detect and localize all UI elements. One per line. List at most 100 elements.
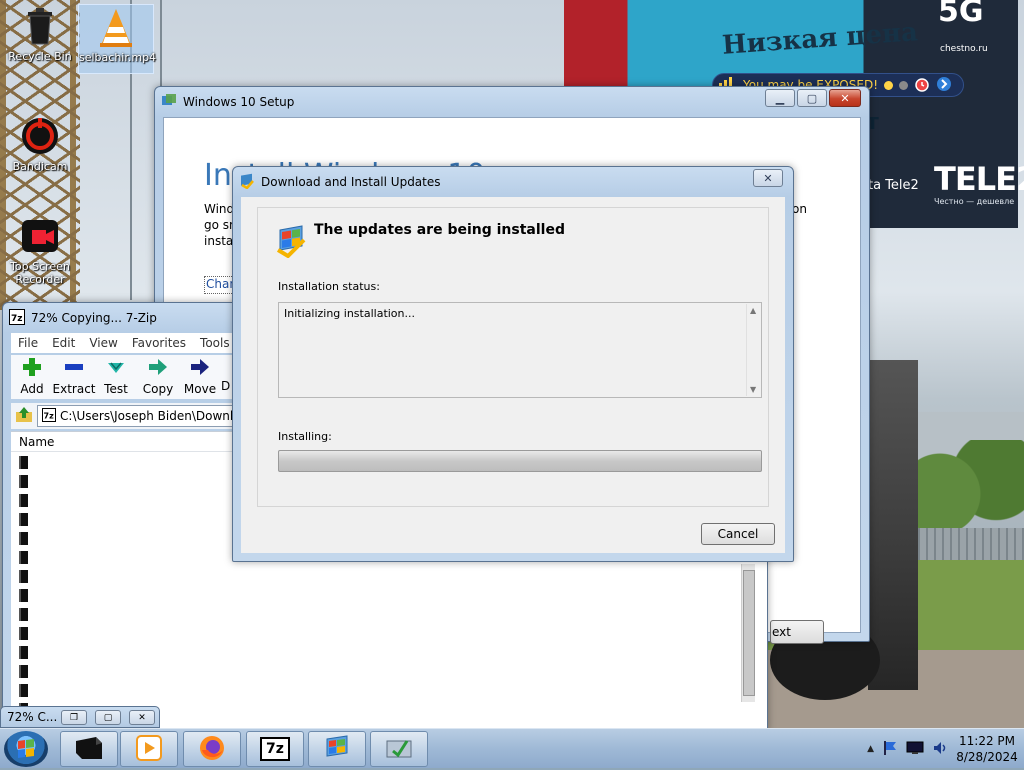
7zip-icon: 7z <box>9 308 25 328</box>
vertical-scrollbar[interactable] <box>741 564 755 702</box>
updates-heading: The updates are being installed <box>314 222 565 238</box>
taskbar-clock[interactable]: 11:22 PM 8/28/2024 <box>956 733 1018 765</box>
billboard-5g: 5G <box>938 0 984 29</box>
flag-icon[interactable] <box>882 740 898 759</box>
copy-button[interactable]: Copy <box>137 355 179 399</box>
test-label: Test <box>104 382 128 396</box>
scroll-down-icon[interactable]: ▼ <box>750 385 756 394</box>
display-icon[interactable] <box>906 740 924 759</box>
scroll-up-icon[interactable]: ▲ <box>750 306 756 315</box>
table-row[interactable] <box>19 570 28 583</box>
updates-panel: The updates are being installed Installa… <box>257 207 769 507</box>
status-label: Installation status: <box>278 280 380 293</box>
table-row[interactable] <box>19 475 28 488</box>
billboard-tele2-sub: Честно — дешевле <box>934 197 1015 206</box>
screen-recorder-icon <box>18 214 62 258</box>
status-box[interactable]: Initializing installation... ▲ ▼ <box>278 302 762 398</box>
add-button[interactable]: Add <box>11 355 53 399</box>
taskbar-app-updates[interactable] <box>370 731 428 767</box>
taskbar-app-media-player[interactable] <box>120 731 178 767</box>
desktop-icon-top-screen-recorder[interactable]: Top Screen Recorder <box>2 214 78 286</box>
taskbar-app-firefox[interactable] <box>183 731 241 767</box>
desktop-icon-label: Recycle Bin <box>8 50 72 63</box>
cancel-button[interactable]: Cancel <box>701 523 775 545</box>
svg-text:7z: 7z <box>44 411 55 420</box>
start-button[interactable] <box>4 731 48 767</box>
folder-up-icon[interactable] <box>15 406 33 427</box>
table-row[interactable] <box>19 684 28 697</box>
install-progress-bar <box>278 450 762 472</box>
recycle-bin-icon <box>18 4 62 48</box>
billboard-ta-tele2: ta Tele2 <box>868 178 919 193</box>
clock-time: 11:22 PM <box>959 734 1015 748</box>
7zip-path-icon: 7z <box>42 407 56 425</box>
setup-titlebar[interactable]: Windows 10 Setup <box>161 91 863 113</box>
table-row[interactable] <box>19 551 28 564</box>
updates-window-icon <box>239 173 255 192</box>
table-row[interactable] <box>19 589 28 602</box>
status-scrollbar[interactable]: ▲ ▼ <box>746 304 760 396</box>
minimize-icon: ▁ <box>775 91 785 105</box>
next-button[interactable]: ext <box>770 620 824 644</box>
desktop-icon-video-file[interactable]: selbachir.mp4 <box>78 4 156 74</box>
status-dot-icon <box>884 80 894 90</box>
table-row[interactable] <box>19 513 28 526</box>
table-row[interactable] <box>19 456 28 469</box>
desktop-icon-recycle-bin[interactable]: Recycle Bin <box>2 4 78 63</box>
bandicam-icon <box>18 114 62 158</box>
minus-icon <box>64 357 84 380</box>
minimize-button[interactable]: ▁ <box>765 89 795 107</box>
volume-icon[interactable] <box>932 740 948 759</box>
copy-progress-mini-window[interactable]: 72% C... ❐ ▢ ✕ <box>0 706 160 728</box>
column-header-label: Name <box>19 434 55 449</box>
taskbar: 7z ▲ 11:22 PM 8/28/2024 <box>0 728 1024 768</box>
menu-tools[interactable]: Tools <box>193 336 237 350</box>
move-label: Move <box>183 382 217 396</box>
maximize-icon: ▢ <box>806 91 818 105</box>
desktop-icon-bandicam[interactable]: Bandicam <box>2 114 78 173</box>
menu-file[interactable]: File <box>11 336 45 350</box>
alarm-icon <box>914 76 930 95</box>
wallpaper-truck <box>868 360 918 690</box>
table-row[interactable] <box>19 532 28 545</box>
7zip-icon: 7z <box>260 737 290 761</box>
taskbar-app-windows-setup[interactable] <box>308 731 366 767</box>
restore-button[interactable]: ❐ <box>61 710 87 725</box>
menu-edit[interactable]: Edit <box>45 336 82 350</box>
menu-view[interactable]: View <box>82 336 124 350</box>
close-button[interactable]: ✕ <box>753 169 783 187</box>
close-button[interactable]: ✕ <box>829 89 861 107</box>
taskbar-app-7zip[interactable]: 7z <box>246 731 304 767</box>
setup-window-icon <box>161 93 177 112</box>
maximize-button[interactable]: ▢ <box>95 710 121 725</box>
table-row[interactable] <box>19 608 28 621</box>
taskbar-app-bandicam[interactable] <box>60 731 118 767</box>
scrollbar-thumb[interactable] <box>743 570 755 696</box>
installing-label: Installing: <box>278 430 332 443</box>
zip-window-title: 72% Copying... 7-Zip <box>31 311 157 325</box>
table-row[interactable] <box>19 665 28 678</box>
updates-titlebar[interactable]: Download and Install Updates <box>239 171 787 193</box>
close-icon: ✕ <box>763 171 773 185</box>
test-button[interactable]: Test <box>95 355 137 399</box>
plus-icon <box>22 357 42 380</box>
path-text: C:\Users\Joseph Biden\Downlo <box>60 409 241 423</box>
extract-button[interactable]: Extract <box>53 355 96 399</box>
firefox-icon <box>198 734 226 765</box>
menu-favorites[interactable]: Favorites <box>125 336 193 350</box>
updates-dialog[interactable]: Download and Install Updates ✕ The updat… <box>232 166 794 562</box>
setup-text-right: on <box>792 202 807 216</box>
table-row[interactable] <box>19 627 28 640</box>
table-row[interactable] <box>19 646 28 659</box>
show-hidden-icons-button[interactable]: ▲ <box>867 744 874 754</box>
desktop-icon-label: Top Screen Recorder <box>10 260 70 286</box>
maximize-button[interactable]: ▢ <box>797 89 827 107</box>
arrow-right-icon[interactable] <box>936 76 952 95</box>
close-icon: ✕ <box>840 91 850 105</box>
desktop-icon-label: Bandicam <box>12 160 68 173</box>
status-text: Initializing installation... <box>284 307 416 320</box>
close-button[interactable]: ✕ <box>129 710 155 725</box>
move-button[interactable]: Move <box>179 355 221 399</box>
table-row[interactable] <box>19 494 28 507</box>
billboard-tele2: TELE2 <box>934 160 1024 198</box>
